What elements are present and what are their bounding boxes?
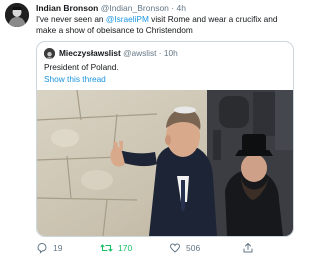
separator-dot: ·	[171, 3, 175, 13]
quoted-avatar[interactable]	[44, 48, 55, 59]
quoted-header: Mieczysławslist @awslist · 10h	[59, 48, 178, 59]
tweet-time[interactable]: 4h	[177, 3, 186, 13]
tweet-text-before: I've never seen an	[36, 14, 106, 24]
tweet[interactable]: Indian Bronson @Indian_Bronson · 4h I've…	[0, 0, 300, 257]
retweet-count: 170	[118, 243, 133, 253]
quoted-author-handle[interactable]: @awslist	[123, 48, 156, 58]
share-icon	[242, 242, 254, 254]
tweet-text: I've never seen an @IsraeliPM visit Rome…	[36, 14, 294, 36]
like-button[interactable]: 506	[169, 241, 200, 255]
retweet-button[interactable]: 170	[100, 241, 132, 255]
like-count: 506	[186, 243, 201, 253]
quoted-text: President of Poland.	[44, 62, 119, 72]
tweet-header: Indian Bronson @Indian_Bronson · 4h	[36, 3, 186, 14]
author-handle[interactable]: @Indian_Bronson	[101, 3, 169, 13]
reply-icon	[36, 242, 48, 254]
mention-link[interactable]: @IsraeliPM	[106, 14, 149, 24]
tweet-actions: 19 170 506	[36, 241, 294, 255]
reply-button[interactable]: 19	[36, 241, 62, 255]
author-name[interactable]: Indian Bronson	[36, 3, 98, 13]
show-thread-link[interactable]: Show this thread	[44, 74, 106, 85]
quoted-time[interactable]: 10h	[164, 48, 178, 58]
share-button[interactable]	[242, 241, 254, 255]
reply-count: 19	[53, 243, 63, 253]
quoted-author-name[interactable]: Mieczysławslist	[59, 48, 121, 58]
retweet-icon	[100, 242, 113, 254]
quoted-tweet[interactable]: Mieczysławslist @awslist · 10h President…	[36, 41, 294, 237]
like-icon	[169, 242, 181, 254]
avatar[interactable]	[5, 3, 29, 27]
quoted-photo[interactable]	[37, 90, 293, 236]
quoted-separator-dot: ·	[158, 48, 162, 58]
